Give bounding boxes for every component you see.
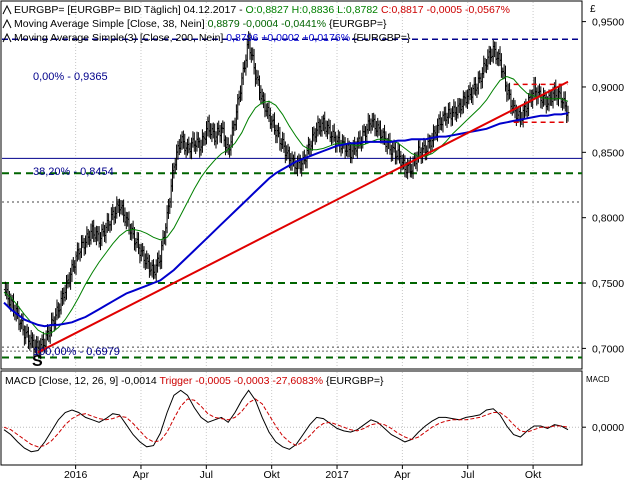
- header-close: C:0,8817 -0,0005 -0,0567%: [381, 4, 510, 16]
- fib-label-bottom: 100,00% - 0,6979: [33, 346, 120, 358]
- time-tick-label: Jul: [461, 469, 474, 480]
- ma38-label: Moving Average Simple [Close, 38, Nein]: [14, 18, 208, 30]
- macd-suffix: {EURGBP=}: [323, 375, 384, 387]
- time-tick-label: Okt: [525, 469, 541, 480]
- chart-canvas: 0,00% - 0,9365 38,20% - 0,8454 100,00% -…: [0, 0, 640, 480]
- ma200-suffix: {EURGBP=}: [350, 32, 411, 44]
- time-tick-label: Apr: [394, 469, 411, 480]
- header-line-3: Moving Average Simple(3) [Close, 200, Ne…: [14, 32, 411, 44]
- ma38-suffix: {EURGBP=}: [326, 18, 387, 30]
- fib-label-top: 0,00% - 0,9365: [33, 71, 108, 83]
- macd-panel-label: MACD: [586, 375, 610, 384]
- header-ohl: O:0,8827 H:0,8836 L:0,8782: [246, 4, 381, 16]
- time-tick-label: 2017: [325, 469, 349, 480]
- price-tick-label: 0,9500: [592, 17, 624, 29]
- time-tick-label: Apr: [133, 469, 150, 480]
- header-prefix: EURGBP= [EURGBP= BID Täglich] 04.12.2017…: [14, 4, 246, 16]
- ma200-value: 0,8796 +0,0002 +0,0176%: [226, 32, 350, 44]
- time-tick-label: Jul: [200, 469, 213, 480]
- currency-symbol: £: [590, 4, 596, 15]
- header-line-1: EURGBP= [EURGBP= BID Täglich] 04.12.2017…: [14, 4, 510, 16]
- header-line-2: Moving Average Simple [Close, 38, Nein] …: [14, 18, 387, 30]
- ma38-value: 0,8879 -0,0004 -0,0441%: [208, 18, 327, 30]
- macd-trigger: Trigger -0,0005 -0,0003 -27,6083%: [159, 375, 323, 387]
- ma200-label: Moving Average Simple(3) [Close, 200, Ne…: [14, 32, 226, 44]
- fib-label-mid: 38,20% - 0,8454: [33, 166, 114, 178]
- time-tick-label: Okt: [264, 469, 280, 480]
- pattern-label-s: S: [32, 353, 43, 370]
- price-tick-label: 0,7500: [592, 278, 624, 290]
- time-tick-label: 2016: [64, 469, 88, 480]
- price-panel: 0,00% - 0,9365 38,20% - 0,8454 100,00% -…: [0, 0, 583, 370]
- macd-panel: MACD [Close, 12, 26, 9] -0,0014 Trigger …: [0, 370, 624, 466]
- price-tick-label: 0,7000: [592, 343, 624, 355]
- macd-prefix: MACD [Close, 12, 26, 9] -0,0014: [5, 375, 159, 387]
- macd-header: MACD [Close, 12, 26, 9] -0,0014 Trigger …: [5, 375, 384, 387]
- price-tick-label: 0,9000: [592, 82, 624, 94]
- price-tick-label: 0,8500: [592, 147, 624, 159]
- macd-tick-label: 0,0000: [592, 422, 624, 434]
- price-tick-label: 0,8000: [592, 213, 624, 225]
